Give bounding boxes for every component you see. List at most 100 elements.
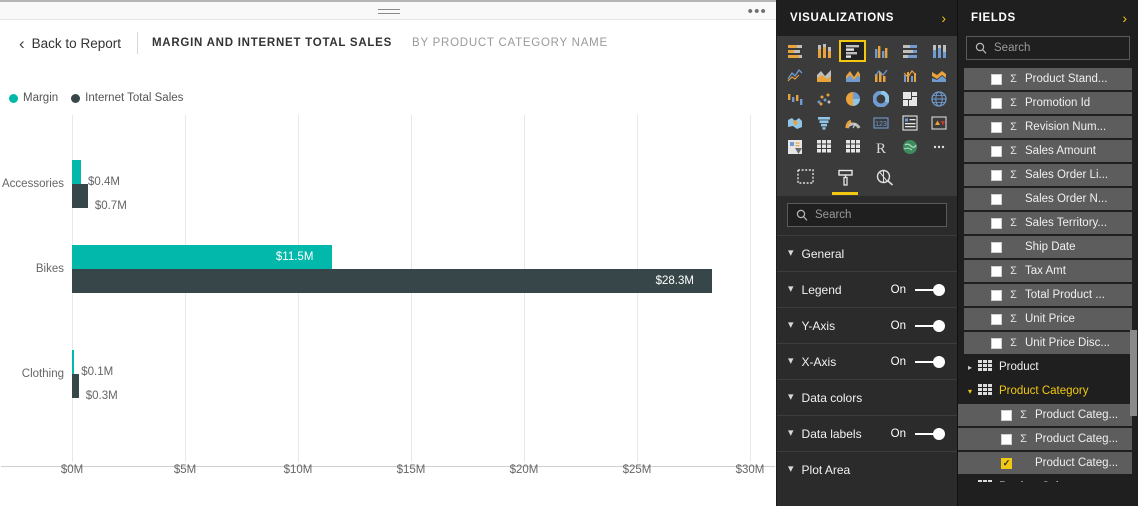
more-options-icon[interactable]: ••• [748, 4, 767, 20]
field-checkbox[interactable] [1001, 410, 1012, 421]
bar-clothing-internet-total-sales[interactable] [72, 374, 79, 398]
bar-bikes-internet-total-sales[interactable] [72, 269, 712, 293]
fields-search-input[interactable]: Search [966, 36, 1130, 60]
visual-type-gallery[interactable]: 123R [777, 36, 957, 162]
visual-type-treemap[interactable] [897, 88, 924, 110]
bar-accessories-margin[interactable] [72, 160, 81, 184]
visual-type-ribbon-chart[interactable] [925, 64, 952, 86]
chart-plot-area[interactable]: $0.4M$0.7MAccessories$11.5M$28.3MBikes$0… [1, 115, 775, 487]
fields-table-product-subcategory[interactable]: ▸Product Subcategory [958, 476, 1138, 482]
visual-type-slicer[interactable] [782, 136, 809, 158]
format-section-plot-area[interactable]: ▾Plot Area [777, 451, 957, 487]
field-item-ship-date[interactable]: ΣShip Date [964, 236, 1132, 258]
fields-search-container: Search [958, 36, 1138, 68]
collapse-fields-chevron-icon[interactable]: › [1122, 11, 1127, 25]
triangle-down-icon[interactable]: ▾ [968, 387, 978, 396]
field-checkbox[interactable] [991, 194, 1002, 205]
visual-type-100-stacked-bar-chart[interactable] [897, 40, 924, 62]
visual-type-matrix[interactable] [839, 136, 866, 158]
format-section-data-labels[interactable]: ▾Data labelsOn [777, 415, 957, 451]
format-tab[interactable] [833, 169, 857, 195]
field-item-sales-amount[interactable]: ΣSales Amount [964, 140, 1132, 162]
field-checkbox[interactable] [1001, 434, 1012, 445]
field-item-revision-num[interactable]: ΣRevision Num... [964, 116, 1132, 138]
field-checkbox[interactable] [991, 146, 1002, 157]
field-checkbox[interactable] [991, 290, 1002, 301]
field-checkbox[interactable] [991, 170, 1002, 181]
data-label: $11.5M [276, 251, 314, 263]
field-checkbox[interactable] [991, 242, 1002, 253]
field-item-sales-order-n[interactable]: ΣSales Order N... [964, 188, 1132, 210]
field-item-product-categ[interactable]: ΣProduct Categ... [958, 428, 1132, 450]
format-section-data-colors[interactable]: ▾Data colors [777, 379, 957, 415]
visual-type-line-chart[interactable] [782, 64, 809, 86]
visual-type-gauge[interactable] [839, 112, 866, 134]
format-section-general[interactable]: ▾General [777, 235, 957, 271]
visual-type-stacked-column-chart[interactable] [811, 40, 838, 62]
field-item-promotion-id[interactable]: ΣPromotion Id [964, 92, 1132, 114]
visual-type-table[interactable] [811, 136, 838, 158]
visual-type-multi-row-card[interactable] [897, 112, 924, 134]
field-checkbox[interactable] [991, 314, 1002, 325]
visual-type-pie-chart[interactable] [839, 88, 866, 110]
collapse-visualizations-chevron-icon[interactable]: › [941, 11, 946, 25]
fields-table-product[interactable]: ▸Product [958, 356, 1138, 378]
legend-item-margin[interactable]: Margin [9, 92, 58, 104]
visual-type-arcgis-maps[interactable] [897, 136, 924, 158]
legend-item-internet-total-sales[interactable]: Internet Total Sales [71, 92, 183, 104]
field-checkbox[interactable] [991, 74, 1002, 85]
bar-clothing-margin[interactable] [72, 350, 74, 374]
visual-type-stacked-area-chart[interactable] [839, 64, 866, 86]
field-item-product-categ[interactable]: ✓ΣProduct Categ... [958, 452, 1132, 474]
format-section-y-axis[interactable]: ▾Y-AxisOn [777, 307, 957, 343]
visual-type-clustered-column-chart[interactable] [868, 40, 895, 62]
visual-type-scatter-chart[interactable] [811, 88, 838, 110]
category-label: Bikes [1, 263, 64, 275]
visual-type-clustered-bar-chart[interactable] [839, 40, 866, 62]
visual-type-line-clustered-column-chart[interactable] [897, 64, 924, 86]
visual-type-map[interactable] [925, 88, 952, 110]
field-item-product-categ[interactable]: ΣProduct Categ... [958, 404, 1132, 426]
field-checkbox[interactable] [991, 266, 1002, 277]
fields-scrollbar-thumb[interactable] [1130, 330, 1137, 416]
field-checkbox[interactable] [991, 218, 1002, 229]
triangle-right-icon[interactable]: ▸ [968, 363, 978, 372]
fields-tab[interactable] [793, 169, 817, 195]
field-checkbox[interactable] [991, 338, 1002, 349]
drag-handle-icon[interactable] [378, 9, 400, 15]
field-item-tax-amt[interactable]: ΣTax Amt [964, 260, 1132, 282]
field-item-sales-territory[interactable]: ΣSales Territory... [964, 212, 1132, 234]
chevron-down-icon: ▾ [788, 464, 794, 475]
field-item-unit-price-disc[interactable]: ΣUnit Price Disc... [964, 332, 1132, 354]
field-checkbox[interactable] [991, 98, 1002, 109]
analytics-tab[interactable] [873, 169, 897, 195]
back-to-report-button[interactable]: ‹ Back to Report [19, 35, 121, 52]
visual-type-area-chart[interactable] [811, 64, 838, 86]
bar-accessories-internet-total-sales[interactable] [72, 184, 88, 208]
field-item-sales-order-li[interactable]: ΣSales Order Li... [964, 164, 1132, 186]
fields-table-product-category[interactable]: ▾Product Category [958, 380, 1138, 402]
visual-type-100-stacked-column-chart[interactable] [925, 40, 952, 62]
visual-type-filled-map[interactable] [782, 112, 809, 134]
visual-type-funnel[interactable] [811, 112, 838, 134]
visual-type-line-stacked-column-chart[interactable] [868, 64, 895, 86]
format-section-legend[interactable]: ▾LegendOn [777, 271, 957, 307]
toggle-switch[interactable] [915, 428, 945, 440]
field-checkbox[interactable]: ✓ [1001, 458, 1012, 469]
visual-type-r-script-visual[interactable]: R [868, 136, 895, 158]
format-section-x-axis[interactable]: ▾X-AxisOn [777, 343, 957, 379]
toggle-switch[interactable] [915, 320, 945, 332]
visual-type-waterfall-chart[interactable] [782, 88, 809, 110]
visual-type-more-options[interactable] [925, 136, 952, 158]
visual-type-kpi[interactable] [925, 112, 952, 134]
visual-type-card[interactable]: 123 [868, 112, 895, 134]
toggle-switch[interactable] [915, 284, 945, 296]
format-search-input[interactable]: Search [787, 203, 947, 227]
field-item-unit-price[interactable]: ΣUnit Price [964, 308, 1132, 330]
visual-type-stacked-bar-chart[interactable] [782, 40, 809, 62]
field-checkbox[interactable] [991, 122, 1002, 133]
visual-type-donut-chart[interactable] [868, 88, 895, 110]
field-item-total-product[interactable]: ΣTotal Product ... [964, 284, 1132, 306]
field-item-product-stand[interactable]: ΣProduct Stand... [964, 68, 1132, 90]
toggle-switch[interactable] [915, 356, 945, 368]
